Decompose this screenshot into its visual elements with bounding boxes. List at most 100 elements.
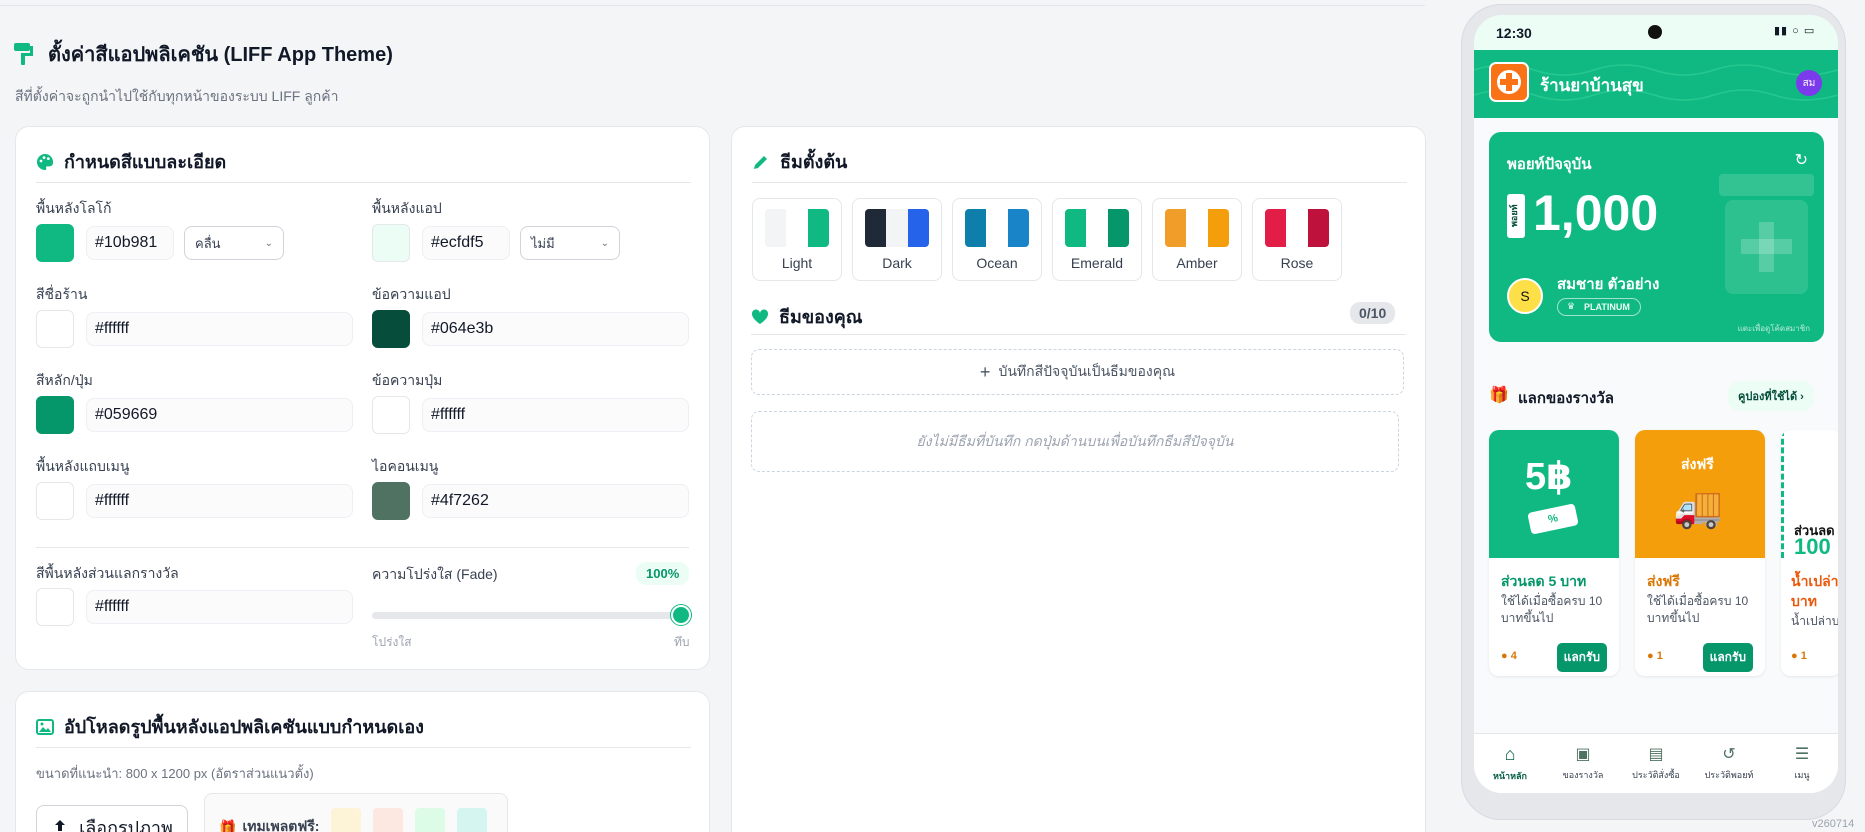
theme-option-light[interactable]: Light (752, 198, 842, 281)
history-icon: ↺ (1722, 746, 1736, 763)
template-thumb[interactable] (457, 808, 487, 832)
upload-icon (55, 820, 66, 831)
app-text-hex-input[interactable]: #064e3b (422, 312, 689, 346)
button-text-hex-input[interactable]: #ffffff (422, 398, 689, 432)
nav-orders[interactable]: ▤ ประวัติสั่งซื้อ (1620, 744, 1692, 782)
theme-option-rose[interactable]: Rose (1252, 198, 1342, 281)
menu-icon-hex-input[interactable]: #4f7262 (422, 484, 689, 518)
shop-logo (1489, 62, 1529, 102)
fade-max-label: ทึบ (674, 635, 690, 649)
app-text-swatch[interactable] (372, 310, 410, 348)
fade-slider-track[interactable] (372, 612, 680, 619)
app-bg-swatch[interactable] (372, 224, 410, 262)
reward-desc: ใช้ได้เมื่อซื้อครบ 10 บาทขึ้นไป (1647, 594, 1749, 625)
redeem-button[interactable]: แลกรับ (1702, 643, 1753, 672)
reward-bg-label: สีพื้นหลังส่วนแลกรางวัล (36, 565, 179, 581)
choose-image-button[interactable]: เลือกรูปภาพ (36, 805, 188, 832)
home-icon: ⌂ (1504, 744, 1516, 764)
save-theme-label: บันทึกสีปัจจุบันเป็นธีมของคุณ (998, 363, 1176, 379)
logo-bg-mode-value: คลื่น (195, 235, 221, 251)
nav-points-history[interactable]: ↺ ประวัติพอยท์ (1693, 744, 1765, 782)
menu-bg-swatch[interactable] (36, 482, 74, 520)
logo-bg-swatch[interactable] (36, 224, 74, 262)
points-value: 1,000 (1533, 185, 1659, 241)
nav-rewards[interactable]: ▣ ของรางวัล (1547, 744, 1619, 782)
coupons-button[interactable]: คูปองที่ใช้ได้ › (1728, 381, 1814, 411)
member-avatar: S (1507, 278, 1543, 314)
color-detail-header: กำหนดสีแบบละเอียด (36, 147, 226, 176)
primary-hex-input[interactable]: #059669 (86, 398, 353, 432)
tier-label: PLATINUM (1584, 302, 1630, 312)
fade-label: ความโปร่งใส (Fade) (372, 566, 498, 582)
my-themes-header: ธีมของคุณ (751, 302, 863, 331)
divider (751, 334, 1406, 335)
theme-name: Ocean (976, 255, 1018, 271)
points-card[interactable]: พอยท์ปัจจุบัน ↻ พอยท์ 1,000 S สมชาย ตัวอ… (1489, 132, 1824, 342)
reward-title-line2: บาท (1791, 593, 1817, 609)
theme-swatch-strip (1265, 209, 1329, 247)
upload-header: อัปโหลดรูปพื้นหลังแอปพลิเคชันแบบกำหนดเอง (36, 712, 424, 741)
app-header: ร้านยาบ้านสุข สม (1474, 50, 1838, 118)
fade-slider-handle[interactable] (671, 605, 691, 625)
app-bg-hex-input[interactable]: #ecfdf5 (422, 226, 510, 260)
menu-bg-label: พื้นหลังแถบเมนู (36, 458, 130, 474)
template-thumb[interactable] (373, 808, 403, 832)
pencil-icon (754, 155, 767, 169)
preset-theme-header: ธีมตั้งต้น (752, 147, 847, 176)
nav-home[interactable]: ⌂ หน้าหลัก (1474, 744, 1546, 783)
logo-bg-mode-select[interactable]: คลื่น ⌄ (184, 226, 284, 260)
ticket-icon: % (1527, 503, 1579, 535)
menu-icon-label: ไอคอนเมนู (372, 458, 439, 474)
reward-bg-swatch[interactable] (36, 588, 74, 626)
theme-option-emerald[interactable]: Emerald (1052, 198, 1142, 281)
app-bg-mode-select[interactable]: ไม่มี ⌄ (520, 226, 620, 260)
reward-card[interactable]: 5฿ % ส่วนลด 5 บาท ใช้ได้เมื่อซื้อครบ 10 … (1489, 430, 1619, 676)
template-thumb[interactable] (331, 808, 361, 832)
reward-points: ● 1 (1647, 650, 1663, 662)
reward-card[interactable]: ส่วนลด 100 น้ำเปล่า บาท น้ำเปล่าบ ● 1 (1781, 430, 1838, 676)
menu-icon-swatch[interactable] (372, 482, 410, 520)
divider (36, 747, 691, 748)
tap-hint: แตะเพื่อดูโค้ดสมาชิก (1737, 324, 1810, 333)
avatar[interactable]: สม (1796, 70, 1822, 96)
points-tag: พอยท์ (1507, 194, 1525, 238)
save-theme-button[interactable]: + บันทึกสีปัจจุบันเป็นธีมของคุณ (751, 349, 1404, 395)
button-text-label: ข้อความปุ่ม (372, 372, 443, 388)
redeem-button[interactable]: แลกรับ (1556, 643, 1607, 672)
theme-swatch-strip (1165, 209, 1229, 247)
refresh-icon[interactable]: ↻ (1795, 150, 1808, 170)
top-divider (0, 5, 1425, 6)
chevron-down-icon: ⌄ (600, 237, 609, 249)
button-text-swatch[interactable] (372, 396, 410, 434)
reward-title: ส่วนลด 5 บาท (1501, 573, 1587, 589)
reward-bg-hex-input[interactable]: #ffffff (86, 590, 353, 624)
primary-swatch[interactable] (36, 396, 74, 434)
theme-swatch-strip (1065, 209, 1129, 247)
gift-icon: ▣ (1575, 746, 1591, 763)
version-label: v260714 (1812, 818, 1855, 830)
logo-bg-hex-input[interactable]: #10b981 (86, 226, 174, 260)
theme-swatch-strip (865, 209, 929, 247)
color-detail-title: กำหนดสีแบบละเอียด (64, 152, 227, 172)
divider (36, 182, 691, 183)
nav-label: ประวัติพอยท์ (1704, 770, 1754, 780)
theme-option-dark[interactable]: Dark (852, 198, 942, 281)
reward-image-text: ส่งฟรี (1681, 456, 1714, 472)
shop-name-hex-input[interactable]: #ffffff (86, 312, 353, 346)
nav-menu[interactable]: ☰ เมนู (1766, 744, 1838, 782)
theme-option-ocean[interactable]: Ocean (952, 198, 1042, 281)
template-thumb[interactable] (415, 808, 445, 832)
menu-bg-hex-input[interactable]: #ffffff (86, 484, 353, 518)
shop-name-swatch[interactable] (36, 310, 74, 348)
reward-points-value: 1 (1656, 650, 1663, 662)
fade-min-label: โปร่งใส (372, 635, 412, 649)
page-title: ตั้งค่าสีแอปพลิเคชัน (LIFF App Theme) (48, 44, 393, 66)
fade-percent-badge: 100% (636, 562, 690, 585)
reward-image-value: 100 (1794, 534, 1831, 559)
theme-swatch-strip (965, 209, 1029, 247)
theme-name: Amber (1176, 255, 1218, 271)
reward-card[interactable]: ส่งฟรี 🚚 ส่งฟรี ใช้ได้เมื่อซื้อครบ 10 บา… (1635, 430, 1765, 676)
reward-points: ● 4 (1501, 650, 1517, 662)
divider (752, 182, 1407, 183)
theme-option-amber[interactable]: Amber (1152, 198, 1242, 281)
